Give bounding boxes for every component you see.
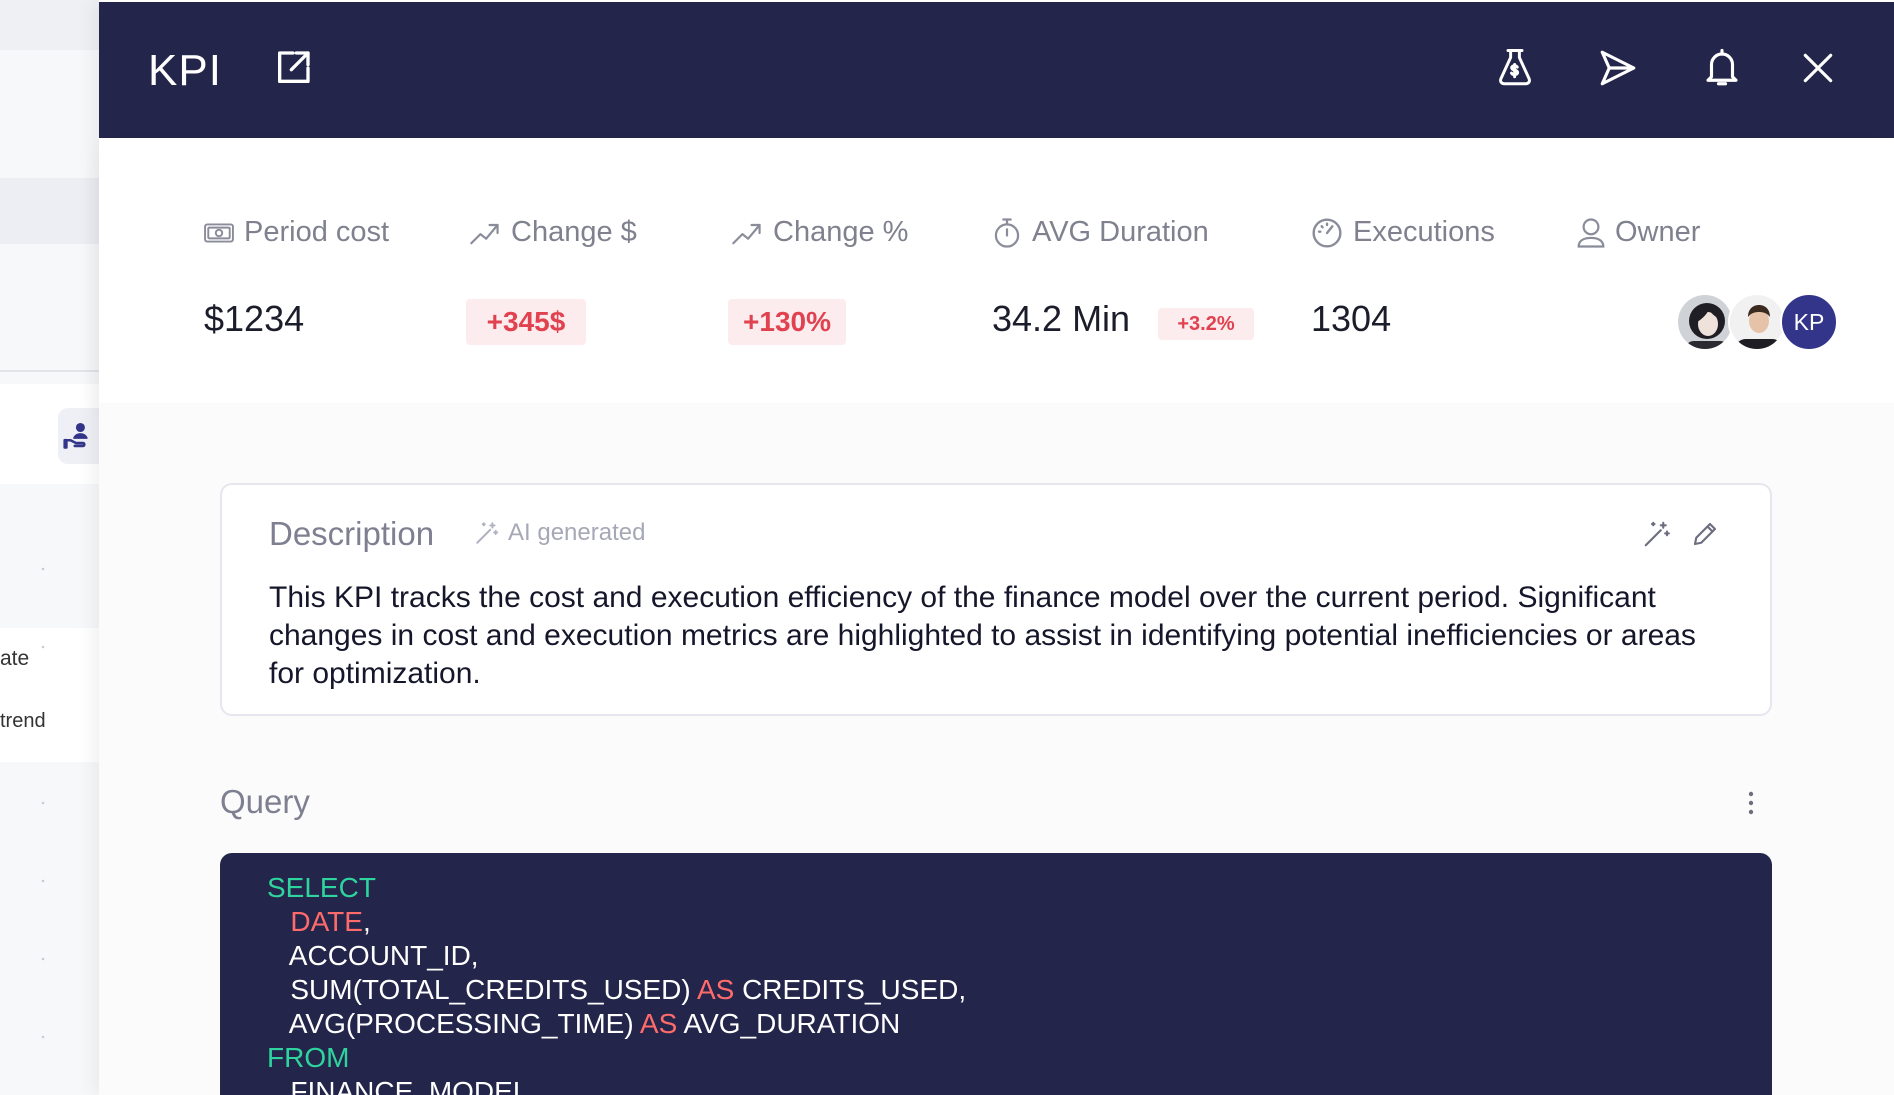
external-link-icon	[278, 51, 310, 84]
metric-label: Change $	[469, 216, 637, 249]
sql-text: SUM(TOTAL_CREDITS_USED)	[290, 974, 697, 1005]
money-icon	[204, 222, 234, 243]
sql-keyword: FROM	[267, 1042, 350, 1073]
sql-text: CREDITS_USED,	[734, 974, 967, 1005]
metric-label: AVG Duration	[992, 216, 1209, 249]
open-external-button[interactable]	[271, 46, 315, 90]
code-line: FROM	[267, 1041, 1772, 1075]
panel-header: KPI	[99, 2, 1894, 138]
background-text: ate	[0, 647, 30, 670]
sql-text: ,	[362, 906, 371, 937]
sql-operator: DATE	[290, 906, 363, 937]
metric-label: Change %	[731, 216, 908, 249]
background-app: ate trend	[0, 0, 100, 1095]
code-line: SELECT	[267, 871, 1772, 905]
magic-wand-icon	[1644, 521, 1670, 547]
sql-text: FINANCE_MODEL	[290, 1076, 529, 1095]
description-title: Description	[269, 515, 435, 552]
metric-label: Owner	[1577, 216, 1700, 249]
user-icon	[1577, 217, 1605, 248]
metric-label: Executions	[1311, 216, 1495, 249]
query-code-block: SELECT DATE, ACCOUNT_ID, SUM(TOTAL_CREDI…	[220, 853, 1772, 1095]
send-icon	[1600, 50, 1636, 86]
code-line: ACCOUNT_ID,	[267, 939, 1772, 973]
notifications-button[interactable]	[1700, 46, 1744, 90]
pencil-icon	[1693, 522, 1717, 546]
edit-description-button[interactable]	[1688, 517, 1722, 551]
kpi-panel: KPI Period cost $1234 Change $ +345$ Cha…	[99, 0, 1894, 1095]
cost-bag-icon	[1499, 49, 1531, 86]
cost-button[interactable]	[1493, 46, 1537, 90]
close-icon	[1803, 53, 1833, 83]
background-band	[0, 0, 100, 50]
description-text: This KPI tracks the cost and execution e…	[269, 581, 1696, 690]
ai-generated-label: AI generated	[474, 519, 645, 547]
trend-up-icon	[732, 223, 761, 244]
more-vertical-icon	[1748, 791, 1754, 815]
avatar[interactable]: KP	[1780, 293, 1838, 351]
sql-operator: AS	[639, 1008, 678, 1039]
code-line: AVG(PROCESSING_TIME) AS AVG_DURATION	[267, 1007, 1772, 1041]
avatar-woman-icon	[1678, 295, 1732, 349]
metric-label: Period cost	[204, 216, 389, 249]
avatar[interactable]	[1728, 293, 1786, 351]
gauge-icon	[1312, 217, 1342, 248]
code-line: DATE,	[267, 905, 1772, 939]
close-button[interactable]	[1796, 46, 1840, 90]
background-text: trend	[0, 710, 46, 732]
metrics-bar: Period cost $1234 Change $ +345$ Change …	[99, 138, 1894, 403]
sql-text: ACCOUNT_ID,	[288, 940, 479, 971]
stopwatch-icon	[994, 217, 1020, 248]
query-title: Query	[220, 783, 310, 820]
sql-operator: AS	[696, 974, 735, 1005]
avg-duration-badge: +3.2%	[1158, 308, 1254, 340]
panel-body: Description AI generated This KPI tracks…	[99, 403, 1894, 1095]
code-line: FINANCE_MODEL	[267, 1075, 1772, 1095]
avatar[interactable]	[1676, 293, 1734, 351]
team-hand-icon	[63, 422, 88, 449]
trend-up-icon	[470, 223, 499, 244]
magic-wand-icon	[476, 522, 499, 544]
change-percent-badge: +130%	[728, 299, 846, 345]
background-divider	[0, 370, 100, 372]
background-dot-grid	[0, 500, 100, 1095]
send-button[interactable]	[1596, 46, 1640, 90]
sql-text: AVG(PROCESSING_TIME)	[288, 1008, 640, 1039]
bell-icon	[1706, 48, 1738, 86]
ai-regenerate-button[interactable]	[1640, 517, 1674, 551]
query-more-button[interactable]	[1736, 783, 1766, 823]
code-line: SUM(TOTAL_CREDITS_USED) AS CREDITS_USED,	[267, 973, 1772, 1007]
page-title: KPI	[148, 46, 222, 95]
change-dollar-badge: +345$	[466, 299, 586, 345]
metric-value: 34.2 Min	[992, 298, 1131, 339]
avatar-man-icon	[1730, 295, 1784, 349]
metric-value: $1234	[204, 298, 305, 339]
background-team-button[interactable]	[58, 408, 100, 464]
sql-text: AVG_DURATION	[677, 1008, 901, 1039]
description-card: Description AI generated This KPI tracks…	[220, 483, 1772, 716]
metric-value: 1304	[1311, 298, 1392, 339]
sql-keyword: SELECT	[267, 872, 376, 903]
background-band	[0, 178, 100, 244]
